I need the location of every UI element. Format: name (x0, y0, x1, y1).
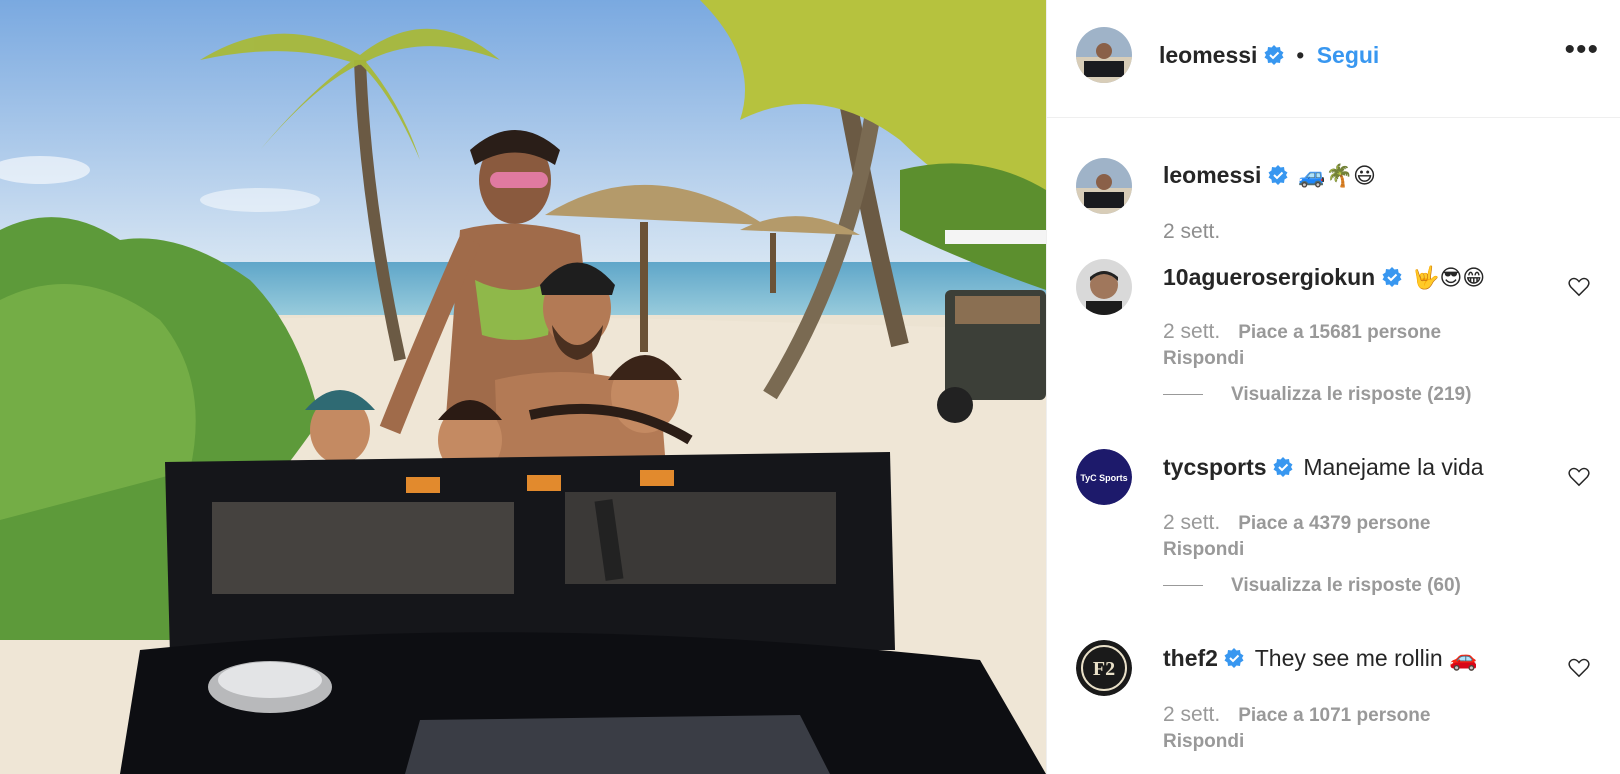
view-replies-button[interactable]: Visualizza le risposte (219) (1163, 384, 1471, 406)
like-heart-icon[interactable] (1568, 467, 1590, 487)
tycsports-logo-text: TyC Sports (1080, 473, 1127, 483)
comment-text: 🤟😎😁 (1411, 266, 1486, 291)
comment-meta: 2 sett. Piace a 15681 persone (1163, 320, 1441, 344)
comment-time: 2 sett. (1163, 703, 1221, 726)
comment-text: Manejame la vida (1303, 454, 1484, 480)
reply-button[interactable]: Rispondi (1163, 539, 1244, 561)
verified-badge-icon (1268, 165, 1288, 185)
like-heart-icon[interactable] (1568, 658, 1590, 678)
comment-meta: 2 sett. Piace a 4379 persone (1163, 511, 1430, 535)
comment-avatar[interactable]: F2 (1076, 640, 1132, 696)
comment-username[interactable]: tycsports (1163, 454, 1267, 480)
comment-likes[interactable]: Piace a 4379 persone (1238, 513, 1430, 534)
comment-avatar[interactable]: TyC Sports (1076, 449, 1132, 505)
reply-button[interactable]: Rispondi (1163, 348, 1244, 370)
verified-badge-icon (1264, 45, 1284, 65)
follow-button[interactable]: Segui (1317, 42, 1380, 68)
comment-line: tycsports Manejame la vida (1163, 454, 1484, 481)
view-replies-label: Visualizza le risposte (219) (1231, 384, 1472, 405)
post-header: leomessi • Segui ••• (1047, 0, 1620, 118)
view-replies-label: Visualizza le risposte (60) (1231, 575, 1461, 596)
verified-badge-icon (1273, 457, 1293, 477)
caption-time: 2 sett. (1163, 220, 1221, 243)
comments-panel: leomessi • Segui ••• leomessi 🚙🌴😃 2 sett… (1046, 0, 1620, 774)
comment-avatar[interactable] (1076, 259, 1132, 315)
view-replies-button[interactable]: Visualizza le risposte (60) (1163, 575, 1461, 597)
comment-text: They see me rollin 🚗 (1254, 645, 1478, 671)
comment-line: 10aguerosergiokun 🤟😎😁 (1163, 264, 1485, 291)
comment-username[interactable]: 10aguerosergiokun (1163, 264, 1375, 290)
comment-line: thef2 They see me rollin 🚗 (1163, 645, 1478, 672)
author-username[interactable]: leomessi (1159, 42, 1257, 68)
verified-badge-icon (1382, 267, 1402, 287)
caption-text: 🚙🌴😃 (1298, 164, 1376, 189)
caption-username[interactable]: leomessi (1163, 162, 1261, 188)
comment-meta: 2 sett. Piace a 1071 persone (1163, 703, 1430, 727)
reply-button[interactable]: Rispondi (1163, 731, 1244, 753)
more-options-icon[interactable]: ••• (1564, 35, 1599, 65)
comment-likes[interactable]: Piace a 15681 persone (1238, 322, 1441, 343)
caption-line: leomessi 🚙🌴😃 (1163, 162, 1376, 189)
verified-badge-icon (1224, 648, 1244, 668)
comment-time: 2 sett. (1163, 320, 1221, 343)
f2-logo-text: F2 (1093, 658, 1115, 680)
beach-photo-image (0, 0, 1046, 774)
divider-line (1163, 394, 1203, 396)
comment-username[interactable]: thef2 (1163, 645, 1218, 671)
author-avatar[interactable] (1076, 27, 1132, 83)
comment-time: 2 sett. (1163, 511, 1221, 534)
caption-avatar[interactable] (1076, 158, 1132, 214)
post-photo[interactable] (0, 0, 1046, 774)
like-heart-icon[interactable] (1568, 277, 1590, 297)
divider-line (1163, 585, 1203, 587)
header-separator: • (1296, 42, 1305, 68)
comment-likes[interactable]: Piace a 1071 persone (1238, 705, 1430, 726)
